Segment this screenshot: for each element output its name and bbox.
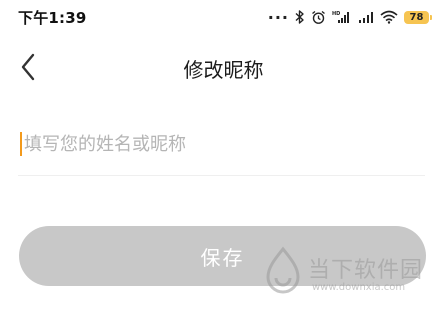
svg-text:HD: HD xyxy=(332,11,340,17)
battery-icon: 78 xyxy=(404,10,432,24)
save-button[interactable]: 保存 xyxy=(19,226,426,286)
signal-icon xyxy=(358,10,374,24)
edit-nickname-screen: 下午1:39 ... HD 78 修改昵称 填写您的姓名或昵称 保存 当下软件园… xyxy=(0,0,447,317)
status-icons: ... HD 78 xyxy=(268,6,432,25)
header: 修改昵称 xyxy=(0,40,447,94)
status-bar: 下午1:39 ... HD 78 xyxy=(0,0,447,34)
hd-signal-icon: HD xyxy=(332,10,352,24)
nickname-input[interactable] xyxy=(18,128,425,160)
nickname-field xyxy=(18,124,425,176)
page-title: 修改昵称 xyxy=(183,58,264,82)
alarm-icon xyxy=(311,10,326,25)
status-time: 下午1:39 xyxy=(18,8,87,27)
more-dots-icon: ... xyxy=(267,4,289,23)
bluetooth-icon xyxy=(295,10,305,24)
wifi-icon xyxy=(380,10,398,24)
